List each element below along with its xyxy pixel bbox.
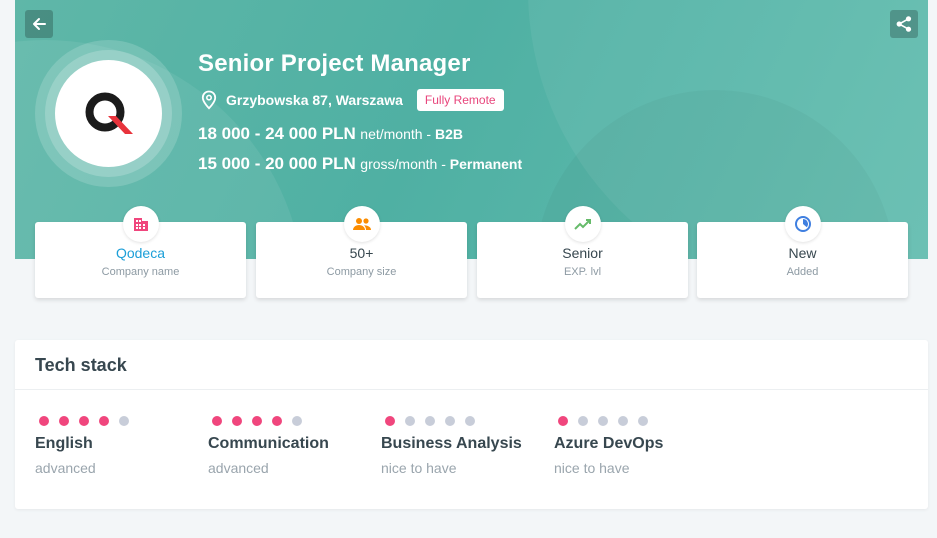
card-label: Company name — [101, 266, 180, 278]
share-button[interactable] — [890, 10, 918, 38]
rating-dot-filled — [39, 416, 49, 426]
rating-dot-empty — [465, 416, 475, 426]
rating-dot-filled — [272, 416, 282, 426]
skill-rating — [39, 416, 129, 426]
added-value: New — [788, 245, 817, 261]
salary-unit: net/month — [360, 126, 423, 142]
rating-dot-filled — [232, 416, 242, 426]
experience-value: Senior — [562, 245, 603, 261]
contract-type: Permanent — [449, 156, 523, 172]
location-pin-icon — [201, 90, 217, 110]
company-logo-q-icon — [85, 92, 133, 134]
skill-rating — [558, 416, 663, 426]
skill-item: Azure DevOps nice to have — [554, 416, 663, 476]
salary-amount: 15 000 - 20 000 PLN — [198, 154, 356, 173]
rating-dot-filled — [252, 416, 262, 426]
contract-type: B2B — [435, 126, 464, 142]
building-icon — [133, 218, 148, 231]
skill-level: advanced — [35, 460, 96, 476]
rating-dot-empty — [405, 416, 415, 426]
salary-b2b: 18 000 - 24 000 PLN net/month - B2B — [198, 124, 463, 144]
company-name-card: Qodeca Company name — [35, 206, 246, 298]
salary-amount: 18 000 - 24 000 PLN — [198, 124, 356, 143]
rating-dot-empty — [578, 416, 588, 426]
experience-card: Senior EXP. lvl — [477, 206, 688, 298]
rating-dot-empty — [598, 416, 608, 426]
rating-dot-empty — [638, 416, 648, 426]
card-label: Added — [786, 266, 819, 278]
rating-dot-filled — [79, 416, 89, 426]
rating-dot-empty — [292, 416, 302, 426]
skill-rating — [212, 416, 329, 426]
rating-dot-empty — [618, 416, 628, 426]
card-icon-wrap — [784, 206, 821, 242]
rating-dot-filled — [558, 416, 568, 426]
tech-stack-panel: Tech stack English advanced Communicatio… — [15, 340, 928, 509]
skill-item: English advanced — [35, 416, 129, 476]
skill-item: Business Analysis nice to have — [381, 416, 522, 476]
rating-dot-filled — [99, 416, 109, 426]
divider — [15, 389, 928, 390]
rating-dot-empty — [445, 416, 455, 426]
skill-rating — [385, 416, 522, 426]
trending-up-icon — [573, 219, 591, 230]
card-icon-wrap — [122, 206, 159, 242]
skill-name: English — [35, 435, 93, 452]
location-row: Grzybowska 87, Warszawa Fully Remote — [200, 89, 504, 111]
company-logo — [55, 60, 162, 167]
people-icon — [352, 218, 371, 230]
salary-unit: gross/month — [360, 156, 438, 172]
card-label: EXP. lvl — [563, 266, 602, 278]
skill-name: Azure DevOps — [554, 435, 664, 452]
job-title: Senior Project Manager — [198, 50, 471, 77]
rating-dot-filled — [385, 416, 395, 426]
company-name-link[interactable]: Qodeca — [35, 245, 246, 261]
location-text: Grzybowska 87, Warszawa — [226, 92, 403, 108]
skill-level: nice to have — [554, 460, 630, 476]
clock-icon — [794, 216, 811, 232]
rating-dot-empty — [119, 416, 129, 426]
rating-dot-empty — [425, 416, 435, 426]
remote-badge: Fully Remote — [416, 89, 504, 111]
company-size-value: 50+ — [349, 245, 374, 261]
rating-dot-filled — [212, 416, 222, 426]
added-card: New Added — [697, 206, 908, 298]
card-icon-wrap — [564, 206, 601, 242]
share-icon — [896, 16, 912, 32]
salary-permanent: 15 000 - 20 000 PLN gross/month - Perman… — [198, 154, 522, 174]
salary-separator: - — [437, 156, 450, 172]
skill-level: nice to have — [381, 460, 457, 476]
salary-separator: - — [422, 126, 435, 142]
skill-name: Communication — [208, 435, 329, 452]
arrow-left-icon — [33, 18, 46, 30]
card-label: Company size — [326, 266, 397, 278]
card-icon-wrap — [343, 206, 380, 242]
skill-name: Business Analysis — [381, 435, 522, 452]
skill-level: advanced — [208, 460, 269, 476]
back-button[interactable] — [25, 10, 53, 38]
skill-item: Communication advanced — [208, 416, 329, 476]
company-size-card: 50+ Company size — [256, 206, 467, 298]
rating-dot-filled — [59, 416, 69, 426]
tech-stack-title: Tech stack — [35, 355, 127, 375]
